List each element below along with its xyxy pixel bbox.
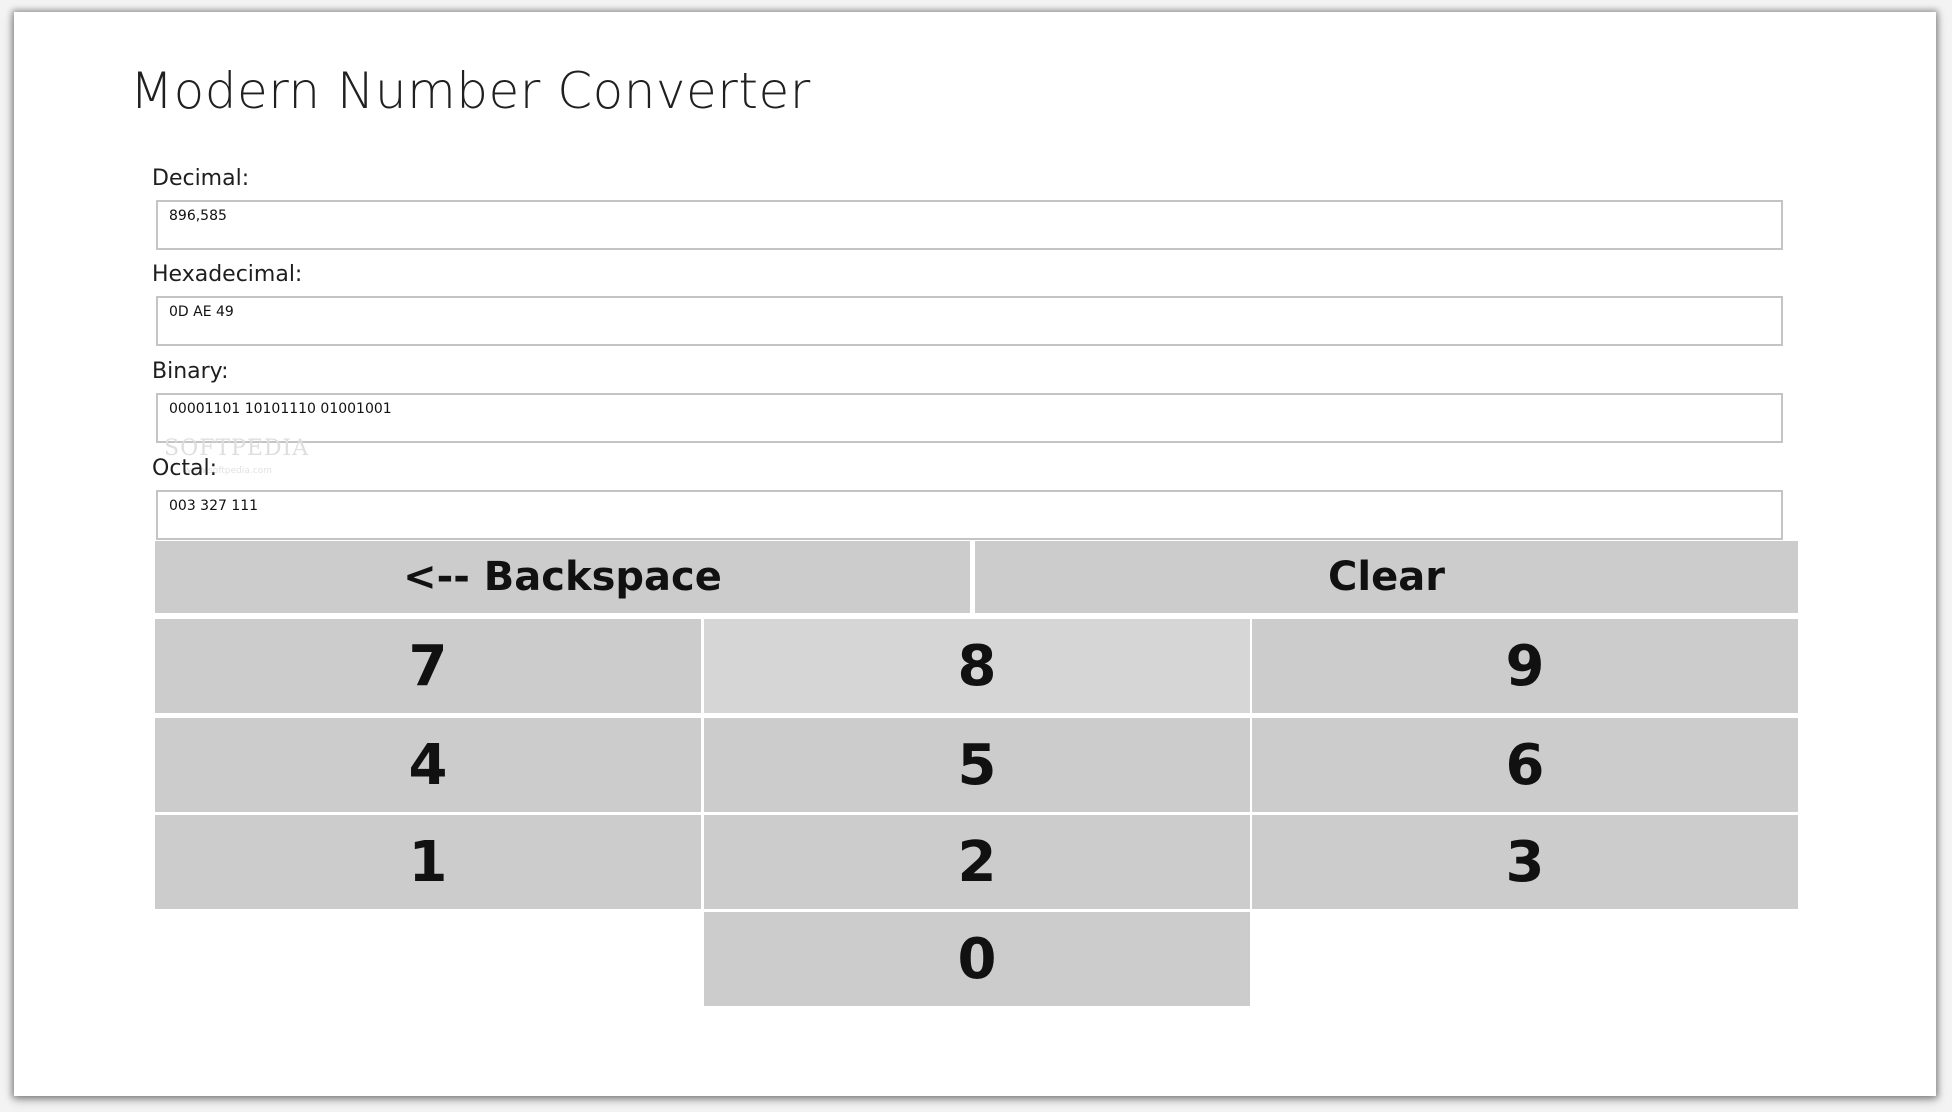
octal-label: Octal: bbox=[152, 456, 218, 481]
octal-field[interactable]: 003 327 111 bbox=[156, 490, 1783, 540]
digit-4-button[interactable]: 4 bbox=[155, 718, 701, 812]
decimal-field[interactable]: 896,585 bbox=[156, 200, 1783, 250]
backspace-button[interactable]: <-- Backspace bbox=[155, 541, 970, 613]
hexadecimal-label: Hexadecimal: bbox=[152, 262, 303, 287]
digit-0-button[interactable]: 0 bbox=[704, 912, 1250, 1006]
page-title: Modern Number Converter bbox=[130, 62, 811, 120]
digit-5-button[interactable]: 5 bbox=[704, 718, 1250, 812]
digit-9-button[interactable]: 9 bbox=[1252, 619, 1798, 713]
clear-button[interactable]: Clear bbox=[975, 541, 1798, 613]
digit-3-button[interactable]: 3 bbox=[1252, 815, 1798, 909]
digit-1-button[interactable]: 1 bbox=[155, 815, 701, 909]
digit-7-button[interactable]: 7 bbox=[155, 619, 701, 713]
digit-6-button[interactable]: 6 bbox=[1252, 718, 1798, 812]
hexadecimal-field[interactable]: 0D AE 49 bbox=[156, 296, 1783, 346]
digit-2-button[interactable]: 2 bbox=[704, 815, 1250, 909]
digit-8-button[interactable]: 8 bbox=[704, 619, 1250, 713]
app-window: Modern Number Converter Decimal: 896,585… bbox=[14, 12, 1936, 1096]
binary-label: Binary: bbox=[152, 359, 229, 384]
binary-field[interactable]: 00001101 10101110 01001001 bbox=[156, 393, 1783, 443]
decimal-label: Decimal: bbox=[152, 166, 250, 191]
